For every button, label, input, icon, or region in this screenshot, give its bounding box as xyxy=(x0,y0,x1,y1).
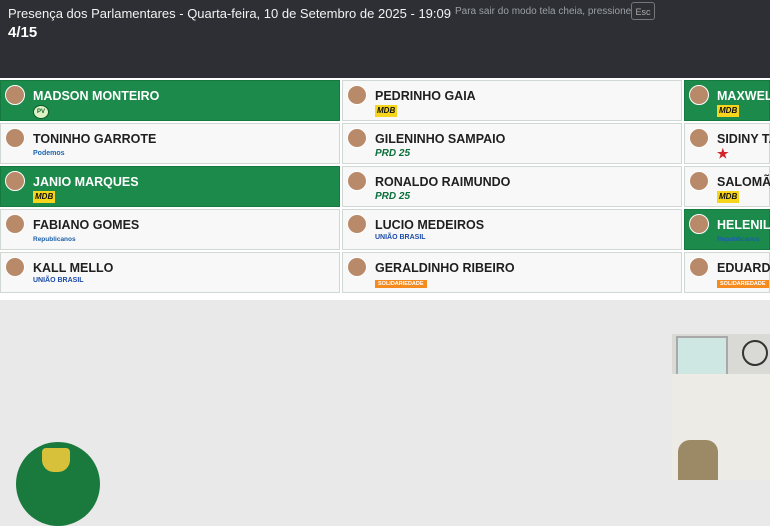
member-avatar xyxy=(689,128,709,148)
member-card: RONALDO RAIMUNDO PRD 25 xyxy=(342,166,682,207)
chair xyxy=(678,440,718,480)
member-avatar xyxy=(347,171,367,191)
member-card: TONINHO GARROTE Podemos xyxy=(0,123,340,164)
member-name: GERALDINHO RIBEIRO xyxy=(375,261,515,275)
member-name: MAXWEL xyxy=(717,89,770,103)
member-avatar xyxy=(689,171,709,191)
party-logo: UNIÃO BRASIL xyxy=(375,234,426,241)
member-card: MAXWEL MDB xyxy=(684,80,770,121)
member-name: LUCIO MEDEIROS xyxy=(375,218,485,232)
member-name: GILENINHO SAMPAIO xyxy=(375,132,506,146)
member-name: HELENIL xyxy=(717,218,770,232)
party-logo: Podemos xyxy=(33,150,65,157)
member-avatar xyxy=(5,128,25,148)
party-logo: UNIÃO BRASIL xyxy=(33,277,84,284)
party-logo: SOLIDARIEDADE xyxy=(375,280,427,288)
party-logo: MDB xyxy=(33,191,56,203)
member-avatar xyxy=(689,214,709,234)
member-avatar xyxy=(5,85,25,105)
page-counter: 4/15 xyxy=(8,24,38,41)
member-card: GILENINHO SAMPAIO PRD 25 xyxy=(342,123,682,164)
attendance-board: MADSON MONTEIRO PV PEDRINHO GAIA MDB MAX… xyxy=(0,78,770,300)
member-card: PEDRINHO GAIA MDB xyxy=(342,80,682,121)
party-logo: Republicanos xyxy=(33,236,76,243)
party-star-icon: ★ xyxy=(717,146,729,161)
party-logo: Republicanos xyxy=(717,236,760,243)
fullscreen-hint: Para sair do modo tela cheia, pressione xyxy=(455,6,632,17)
member-name: JANIO MARQUES xyxy=(33,175,139,189)
member-avatar xyxy=(5,214,25,234)
top-bar: Presença dos Parlamentares - Quarta-feir… xyxy=(0,0,770,78)
member-card: KALL MELLO UNIÃO BRASIL xyxy=(0,252,340,293)
party-logo: PRD 25 xyxy=(375,148,411,159)
member-avatar xyxy=(5,171,25,191)
member-card: HELENIL Republicanos xyxy=(684,209,770,250)
member-name: MADSON MONTEIRO xyxy=(33,89,160,103)
member-name: KALL MELLO xyxy=(33,261,114,275)
member-name: EDUARDO xyxy=(717,261,770,275)
member-avatar xyxy=(347,214,367,234)
esc-key-badge: Esc xyxy=(631,2,655,20)
member-card: MADSON MONTEIRO PV xyxy=(0,80,340,121)
party-logo: MDB xyxy=(717,105,740,117)
party-logo: SOLIDARIEDADE xyxy=(717,280,769,288)
party-logo: PV xyxy=(33,105,49,119)
page-title: Presença dos Parlamentares - Quarta-feir… xyxy=(8,6,451,21)
chamber-logo xyxy=(16,442,100,526)
shield-icon xyxy=(42,448,70,472)
member-avatar xyxy=(347,257,367,277)
member-card: GERALDINHO RIBEIRO SOLIDARIEDADE xyxy=(342,252,682,293)
member-card: JANIO MARQUES MDB xyxy=(0,166,340,207)
member-card: FABIANO GOMES Republicanos xyxy=(0,209,340,250)
cable-coil xyxy=(742,340,768,366)
member-name: TONINHO GARROTE xyxy=(33,132,157,146)
member-card: LUCIO MEDEIROS UNIÃO BRASIL xyxy=(342,209,682,250)
member-avatar xyxy=(689,85,709,105)
member-name: SALOMÃ xyxy=(717,175,770,189)
member-name: RONALDO RAIMUNDO xyxy=(375,175,511,189)
member-avatar xyxy=(347,128,367,148)
member-card: SALOMÃ MDB xyxy=(684,166,770,207)
member-avatar xyxy=(347,85,367,105)
wall-frame xyxy=(676,336,728,376)
camera-feed xyxy=(672,334,770,480)
member-avatar xyxy=(689,257,709,277)
member-card: EDUARDO SOLIDARIEDADE xyxy=(684,252,770,293)
member-name: PEDRINHO GAIA xyxy=(375,89,476,103)
member-avatar xyxy=(5,257,25,277)
member-name: SIDINY TA xyxy=(717,132,770,146)
member-name: FABIANO GOMES xyxy=(33,218,140,232)
member-card: SIDINY TA ★ xyxy=(684,123,770,164)
party-logo: MDB xyxy=(375,105,398,117)
party-logo: PRD 25 xyxy=(375,191,411,202)
party-logo: MDB xyxy=(717,191,740,203)
